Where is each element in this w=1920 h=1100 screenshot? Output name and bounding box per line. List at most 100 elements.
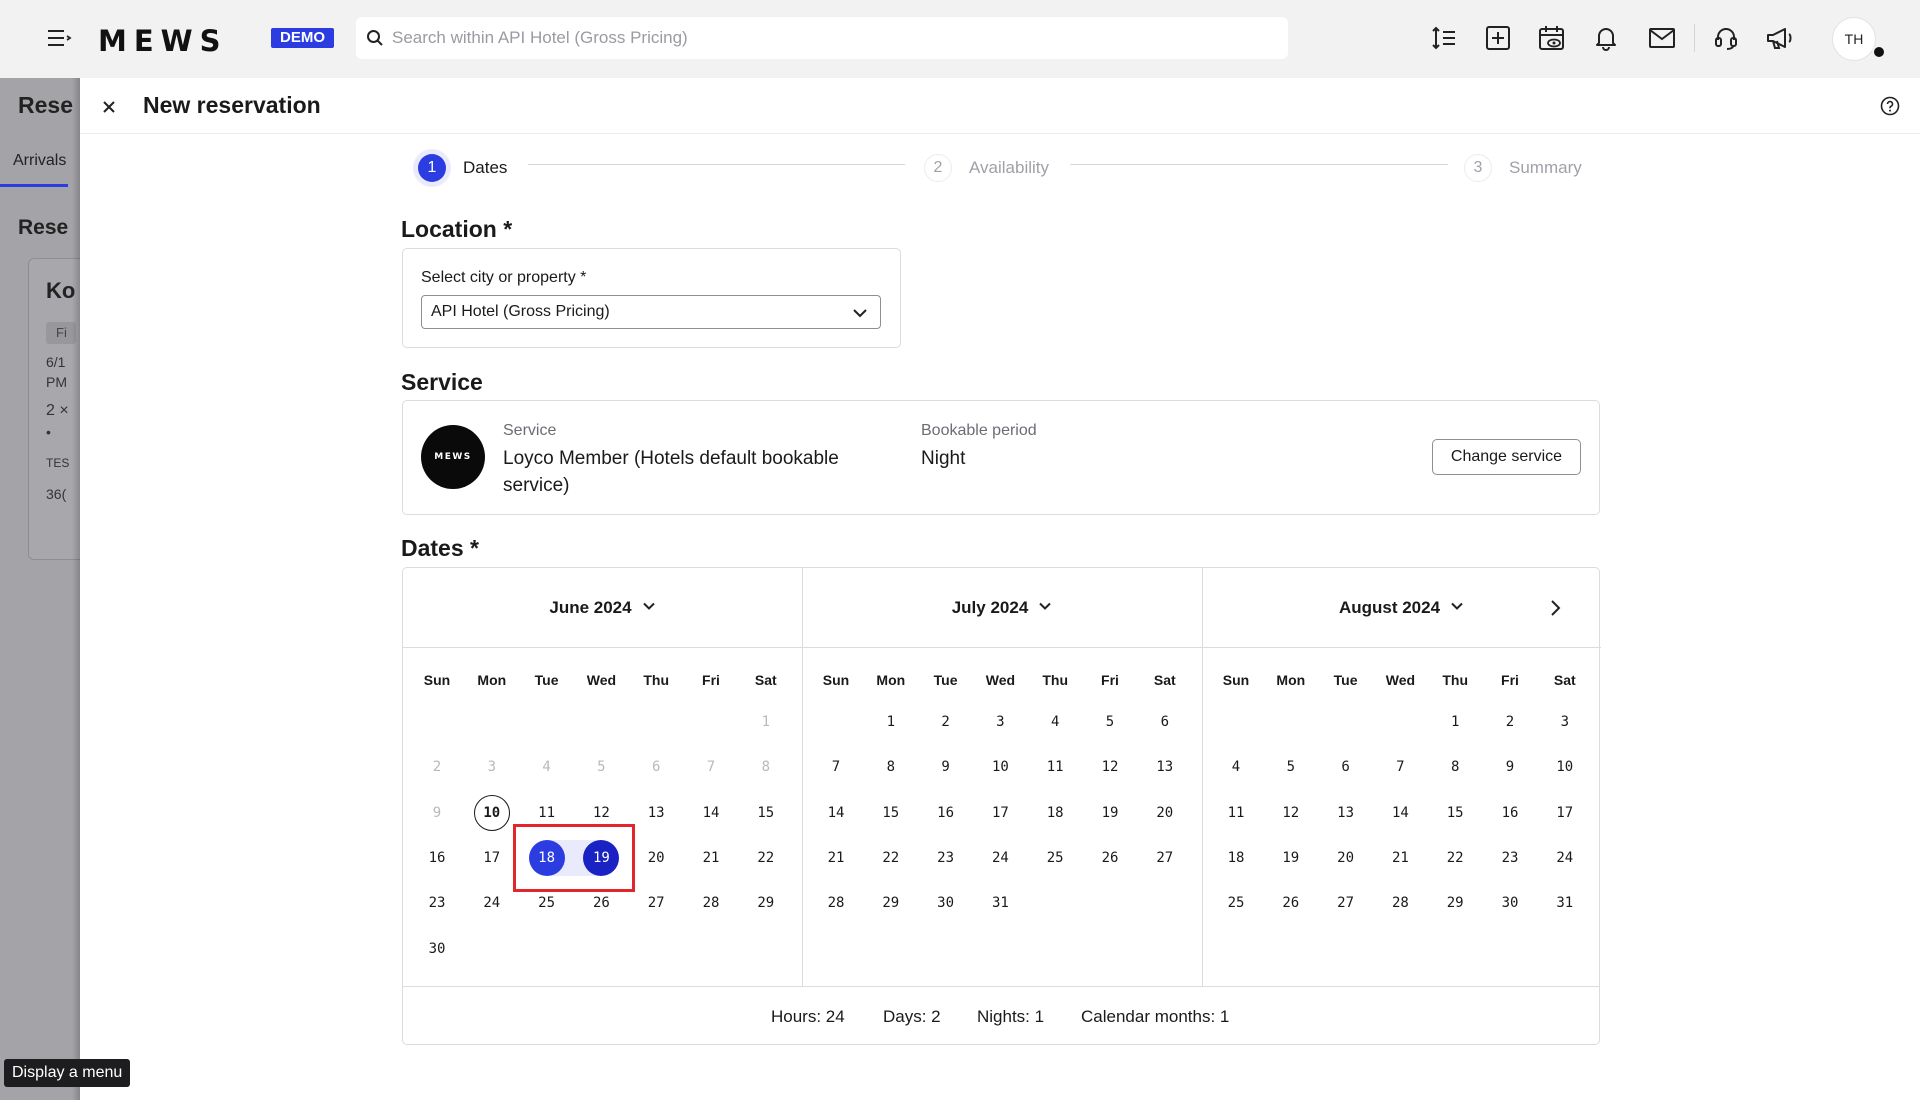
calendar-day[interactable]: 14 <box>693 795 729 831</box>
calendar-day[interactable]: 9 <box>928 749 964 785</box>
calendar-day[interactable]: 18 <box>1218 840 1254 876</box>
calendar-day[interactable]: 25 <box>1037 840 1073 876</box>
calendar-day[interactable]: 31 <box>982 885 1018 921</box>
calendar-day[interactable]: 27 <box>1328 885 1364 921</box>
month-selector[interactable]: August 2024 <box>1202 568 1601 648</box>
calendar-day[interactable]: 2 <box>928 704 964 740</box>
megaphone-icon[interactable] <box>1764 22 1796 54</box>
calendar-day[interactable]: 15 <box>748 795 784 831</box>
calendar-day[interactable]: 13 <box>1147 749 1183 785</box>
search-input[interactable] <box>392 17 1272 59</box>
calendar-day[interactable]: 28 <box>693 885 729 921</box>
calendar-day[interactable]: 17 <box>1547 795 1583 831</box>
calendar-day[interactable]: 11 <box>1037 749 1073 785</box>
calendar-day[interactable]: 26 <box>1273 885 1309 921</box>
calendar-day[interactable]: 22 <box>748 840 784 876</box>
calendar-day[interactable]: 31 <box>1547 885 1583 921</box>
calendar-day-today[interactable]: 10 <box>473 794 510 831</box>
calendar-day[interactable]: 27 <box>1147 840 1183 876</box>
calendar-day[interactable]: 8 <box>1437 749 1473 785</box>
sort-lines-icon[interactable] <box>1428 22 1460 54</box>
calendar-day[interactable]: 28 <box>818 885 854 921</box>
chevron-right-icon[interactable] <box>1545 598 1565 618</box>
calendar-day[interactable]: 5 <box>1092 704 1128 740</box>
calendar-day[interactable]: 18 <box>1037 795 1073 831</box>
calendar-day[interactable]: 30 <box>419 931 455 967</box>
change-service-button[interactable]: Change service <box>1432 439 1581 475</box>
mews-logo[interactable]: MEWS <box>98 24 228 58</box>
calendar-day[interactable]: 17 <box>982 795 1018 831</box>
calendar-day[interactable]: 1 <box>873 704 909 740</box>
calendar-day[interactable]: 24 <box>1547 840 1583 876</box>
calendar-day[interactable]: 28 <box>1382 885 1418 921</box>
calendar-day[interactable]: 2 <box>1492 704 1528 740</box>
calendar-day[interactable]: 30 <box>1492 885 1528 921</box>
help-icon[interactable] <box>1880 96 1900 116</box>
calendar-day[interactable]: 23 <box>419 885 455 921</box>
month-selector[interactable]: July 2024 <box>802 568 1202 648</box>
headset-icon[interactable] <box>1710 22 1742 54</box>
calendar-day[interactable]: 10 <box>982 749 1018 785</box>
calendar-day[interactable]: 6 <box>1328 749 1364 785</box>
calendar-day[interactable]: 15 <box>1437 795 1473 831</box>
calendar-day[interactable]: 13 <box>638 795 674 831</box>
calendar-day[interactable]: 26 <box>1092 840 1128 876</box>
bg-tab-arrivals[interactable]: Arrivals <box>13 152 66 170</box>
calendar-day[interactable]: 21 <box>818 840 854 876</box>
calendar-day[interactable]: 16 <box>928 795 964 831</box>
calendar-day[interactable]: 1 <box>1437 704 1473 740</box>
calendar-day[interactable]: 29 <box>1437 885 1473 921</box>
calendar-day[interactable]: 21 <box>693 840 729 876</box>
calendar-day[interactable]: 14 <box>818 795 854 831</box>
calendar-day[interactable]: 21 <box>1382 840 1418 876</box>
calendar-day[interactable]: 7 <box>1382 749 1418 785</box>
calendar-day[interactable]: 7 <box>818 749 854 785</box>
calendar-day[interactable]: 22 <box>1437 840 1473 876</box>
calendar-day[interactable]: 30 <box>928 885 964 921</box>
calendar-day[interactable]: 24 <box>982 840 1018 876</box>
calendar-day[interactable]: 14 <box>1382 795 1418 831</box>
calendar-day[interactable]: 19 <box>1092 795 1128 831</box>
calendar-day[interactable]: 11 <box>1218 795 1254 831</box>
menu-icon[interactable] <box>44 26 72 50</box>
calendar-day[interactable]: 12 <box>1092 749 1128 785</box>
step-availability[interactable]: 2 Availability <box>924 152 1049 184</box>
month-selector[interactable]: June 2024 <box>403 568 802 648</box>
calendar-day[interactable]: 20 <box>1147 795 1183 831</box>
calendar-day[interactable]: 23 <box>1492 840 1528 876</box>
calendar-day[interactable]: 16 <box>1492 795 1528 831</box>
calendar-day[interactable]: 6 <box>1147 704 1183 740</box>
property-select[interactable]: API Hotel (Gross Pricing) <box>421 295 881 329</box>
calendar-day[interactable]: 23 <box>928 840 964 876</box>
calendar-day[interactable]: 5 <box>1273 749 1309 785</box>
calendar-day[interactable]: 20 <box>1328 840 1364 876</box>
calendar-day[interactable]: 24 <box>474 885 510 921</box>
calendar-day[interactable]: 27 <box>638 885 674 921</box>
calendar-day[interactable]: 10 <box>1547 749 1583 785</box>
add-box-icon[interactable] <box>1482 22 1514 54</box>
step-summary[interactable]: 3 Summary <box>1464 152 1582 184</box>
calendar-day[interactable]: 25 <box>1218 885 1254 921</box>
avatar[interactable]: TH <box>1832 17 1876 61</box>
calendar-day[interactable]: 3 <box>1547 704 1583 740</box>
calendar-day[interactable]: 22 <box>873 840 909 876</box>
calendar-day[interactable]: 29 <box>873 885 909 921</box>
calendar-day[interactable]: 29 <box>748 885 784 921</box>
mail-icon[interactable] <box>1646 22 1678 54</box>
calendar-day[interactable]: 12 <box>1273 795 1309 831</box>
close-icon[interactable] <box>98 96 120 118</box>
calendar-day[interactable]: 19 <box>1273 840 1309 876</box>
calendar-day[interactable]: 4 <box>1218 749 1254 785</box>
calendar-day[interactable]: 15 <box>873 795 909 831</box>
calendar-day[interactable]: 20 <box>638 840 674 876</box>
calendar-day[interactable]: 8 <box>873 749 909 785</box>
calendar-eye-icon[interactable] <box>1536 22 1568 54</box>
calendar-day[interactable]: 17 <box>474 840 510 876</box>
calendar-day[interactable]: 9 <box>1492 749 1528 785</box>
calendar-day[interactable]: 4 <box>1037 704 1073 740</box>
calendar-day[interactable]: 13 <box>1328 795 1364 831</box>
calendar-day[interactable]: 3 <box>982 704 1018 740</box>
bell-icon[interactable] <box>1590 22 1622 54</box>
calendar-day[interactable]: 16 <box>419 840 455 876</box>
step-dates[interactable]: 1 Dates <box>418 152 507 184</box>
